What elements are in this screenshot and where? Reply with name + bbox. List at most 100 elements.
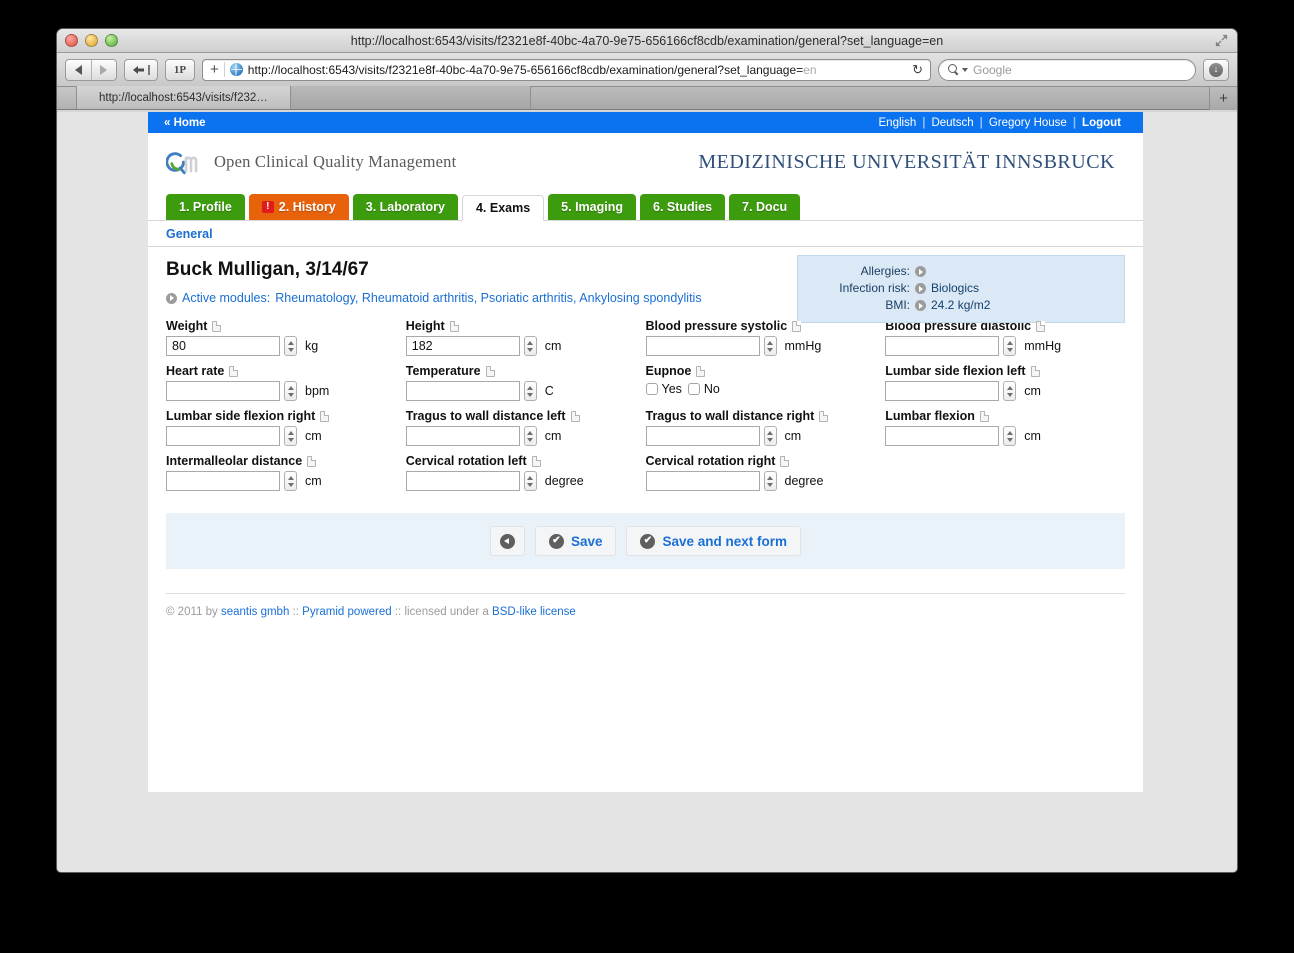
input-cervical-rotation-right[interactable] — [645, 471, 760, 491]
document-icon[interactable] — [780, 455, 790, 467]
document-icon[interactable] — [320, 410, 330, 422]
input-blood-pressure-systolic[interactable] — [645, 336, 760, 356]
stepper-temperature[interactable] — [523, 381, 537, 401]
footer-license-link[interactable]: BSD-like license — [492, 606, 576, 618]
document-icon[interactable] — [570, 410, 580, 422]
arrow-right-icon[interactable] — [915, 266, 926, 277]
chevron-up-icon[interactable] — [527, 475, 534, 480]
chevron-up-icon[interactable] — [287, 340, 294, 345]
stepper-heart-rate[interactable] — [284, 381, 297, 401]
maximize-window-button[interactable] — [105, 34, 118, 47]
stepper-lumbar-side-flexion-right[interactable] — [284, 426, 297, 446]
stepper-intermalleolar-distance[interactable] — [284, 471, 297, 491]
chevron-down-icon[interactable] — [767, 482, 773, 487]
document-icon[interactable] — [979, 410, 989, 422]
radio-option-eupnoe-yes[interactable]: Yes — [645, 382, 682, 396]
tab-history[interactable]: ! 2. History — [248, 194, 349, 220]
arrow-right-icon[interactable] — [915, 300, 926, 311]
tab-exams[interactable]: 4. Exams — [461, 195, 545, 221]
back-button[interactable] — [66, 59, 92, 80]
chevron-down-icon[interactable] — [287, 347, 294, 352]
document-icon[interactable] — [212, 320, 222, 332]
chevron-down-icon[interactable] — [527, 482, 534, 487]
new-tab-button[interactable]: + — [1209, 87, 1237, 110]
checkbox-icon[interactable] — [645, 383, 658, 395]
document-icon[interactable] — [792, 320, 802, 332]
chevron-up-icon[interactable] — [1006, 430, 1013, 435]
document-icon[interactable] — [1030, 365, 1040, 377]
minimize-window-button[interactable] — [85, 34, 98, 47]
document-icon[interactable] — [485, 365, 495, 377]
chevron-up-icon[interactable] — [767, 430, 773, 435]
stepper-lumbar-side-flexion-left[interactable] — [1003, 381, 1017, 401]
back-button[interactable] — [489, 526, 525, 556]
stepper-cervical-rotation-left[interactable] — [523, 471, 537, 491]
chevron-up-icon[interactable] — [1006, 385, 1013, 390]
radio-option-eupnoe-no[interactable]: No — [687, 382, 720, 396]
checkbox-icon[interactable] — [687, 383, 700, 395]
home-link[interactable]: « Home — [164, 117, 206, 129]
chevron-down-icon[interactable] — [1006, 347, 1013, 352]
language-link-deutsch[interactable]: Deutsch — [925, 117, 979, 129]
chevron-up-icon[interactable] — [1006, 340, 1013, 345]
input-lumbar-side-flexion-right[interactable] — [166, 426, 280, 446]
tab-studies[interactable]: 6. Studies — [640, 194, 726, 220]
reload-icon[interactable]: ↻ — [912, 62, 925, 78]
stepper-tragus-to-wall-right[interactable] — [763, 426, 777, 446]
input-blood-pressure-diastolic[interactable] — [885, 336, 1000, 356]
subnav-item-general[interactable]: General — [166, 227, 213, 241]
chevron-up-icon[interactable] — [527, 430, 534, 435]
document-icon[interactable] — [696, 365, 706, 377]
chevron-down-icon[interactable] — [287, 482, 294, 487]
stepper-tragus-to-wall-left[interactable] — [523, 426, 537, 446]
chevron-up-icon[interactable] — [287, 430, 294, 435]
stepper-cervical-rotation-right[interactable] — [763, 471, 777, 491]
chevron-down-icon[interactable] — [527, 437, 534, 442]
address-bar[interactable]: + http://localhost:6543/visits/f2321e8f-… — [202, 58, 931, 81]
chevron-down-icon[interactable] — [287, 437, 294, 442]
save-button[interactable]: ✔ Save — [534, 526, 617, 556]
chevron-up-icon[interactable] — [287, 475, 294, 480]
chevron-up-icon[interactable] — [767, 340, 773, 345]
input-tragus-to-wall-left[interactable] — [405, 426, 520, 446]
input-weight[interactable] — [166, 336, 280, 356]
arrow-right-icon[interactable] — [915, 283, 926, 294]
document-icon[interactable] — [307, 455, 317, 467]
user-link[interactable]: Gregory House — [983, 117, 1073, 129]
logout-link[interactable]: Logout — [1076, 117, 1127, 129]
snapback-button[interactable] — [124, 58, 158, 81]
stepper-blood-pressure-systolic[interactable] — [763, 336, 777, 356]
chevron-down-icon[interactable] — [962, 67, 968, 72]
add-bookmark-icon[interactable]: + — [208, 62, 225, 77]
input-heart-rate[interactable] — [166, 381, 280, 401]
fullscreen-icon[interactable] — [1214, 33, 1229, 48]
document-icon[interactable] — [531, 455, 541, 467]
input-intermalleolar-distance[interactable] — [166, 471, 280, 491]
document-icon[interactable] — [1036, 320, 1046, 332]
save-and-next-form-button[interactable]: ✔ Save and next form — [626, 526, 802, 556]
document-icon[interactable] — [449, 320, 459, 332]
stepper-height[interactable] — [523, 336, 537, 356]
browser-tab-active[interactable]: http://localhost:6543/visits/f232… — [77, 86, 291, 109]
input-cervical-rotation-left[interactable] — [405, 471, 520, 491]
input-lumbar-flexion[interactable] — [885, 426, 1000, 446]
chevron-up-icon[interactable] — [767, 475, 773, 480]
stepper-lumbar-flexion[interactable] — [1003, 426, 1017, 446]
chevron-up-icon[interactable] — [527, 385, 534, 390]
downloads-button[interactable]: ↓ — [1203, 58, 1229, 81]
stepper-blood-pressure-diastolic[interactable] — [1003, 336, 1017, 356]
chevron-up-icon[interactable] — [527, 340, 534, 345]
footer-company-link[interactable]: seantis gmbh — [221, 606, 289, 618]
chevron-down-icon[interactable] — [527, 347, 534, 352]
stepper-weight[interactable] — [284, 336, 297, 356]
input-tragus-to-wall-right[interactable] — [645, 426, 760, 446]
chevron-down-icon[interactable] — [527, 392, 534, 397]
input-lumbar-side-flexion-left[interactable] — [885, 381, 1000, 401]
footer-framework-link[interactable]: Pyramid powered — [302, 606, 391, 618]
forward-button[interactable] — [92, 60, 117, 80]
chevron-down-icon[interactable] — [767, 347, 773, 352]
tab-profile[interactable]: 1. Profile — [166, 194, 245, 220]
language-link-english[interactable]: English — [873, 117, 923, 129]
chevron-down-icon[interactable] — [287, 392, 294, 397]
input-temperature[interactable] — [405, 381, 520, 401]
